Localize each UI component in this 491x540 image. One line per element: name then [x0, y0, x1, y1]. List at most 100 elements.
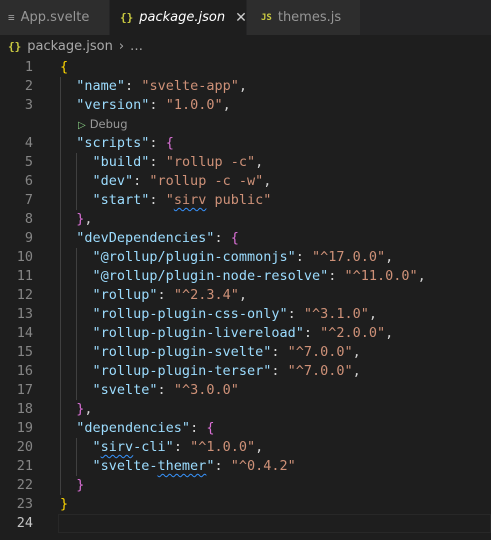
code-text: "name": "svelte-app", — [60, 77, 247, 96]
line-number: 3 — [24, 97, 33, 113]
line-number: 11 — [16, 268, 33, 284]
tab-app-svelte[interactable]: ≡ App.svelte — [0, 0, 110, 35]
line-number: 17 — [16, 382, 33, 398]
line-number: 16 — [16, 363, 33, 379]
indent-guide — [60, 77, 61, 495]
code-token: "name" — [76, 78, 126, 94]
code-token: , — [238, 287, 247, 303]
code-token: "svelte- — [92, 458, 158, 474]
code-token: "^2.3.4" — [173, 287, 239, 303]
javascript-file-icon: JS — [261, 12, 272, 23]
code-token: "^3.0.0" — [173, 382, 239, 398]
code-token: : — [133, 173, 150, 189]
json-file-icon: {} — [120, 11, 134, 24]
code-token: "version" — [76, 97, 150, 113]
json-file-icon: {} — [8, 39, 22, 53]
code-line: 6 "dev": "rollup -c -w", — [0, 172, 491, 191]
code-token: : — [149, 192, 166, 208]
close-icon[interactable]: ✕ — [235, 10, 247, 26]
code-token: { — [165, 135, 174, 151]
code-token: "start" — [92, 192, 150, 208]
code-token: : — [149, 154, 166, 170]
code-token: "^3.1.0" — [303, 306, 369, 322]
code-line: 16 "rollup-plugin-terser": "^7.0.0", — [0, 362, 491, 381]
code-text: }, — [60, 210, 92, 229]
code-text: "dependencies": { — [60, 419, 214, 438]
code-token: " — [92, 439, 101, 455]
line-number: 20 — [16, 439, 33, 455]
code-line: 19 "dependencies": { — [0, 419, 491, 438]
breadcrumb-more[interactable]: … — [130, 39, 143, 54]
svelte-file-icon: ≡ — [8, 11, 15, 24]
code-token: : — [214, 230, 231, 246]
code-token: "1.0.0" — [165, 97, 223, 113]
line-number: 9 — [24, 230, 33, 246]
code-token: " — [165, 192, 174, 208]
code-text: "@rollup/plugin-commonjs": "^17.0.0", — [60, 248, 394, 267]
spellcheck-warning-token: themer — [157, 458, 207, 474]
code-token: "^0.4.2" — [230, 458, 296, 474]
code-line: 4 "scripts": { — [0, 134, 491, 153]
code-token: "rollup-plugin-css-only" — [92, 306, 288, 322]
tab-package-json[interactable]: {} package.json ✕ — [110, 0, 247, 35]
code-token: "^7.0.0" — [287, 363, 353, 379]
line-number: 14 — [16, 325, 33, 341]
play-icon: ▷ — [78, 120, 86, 131]
code-token: -cli" — [133, 439, 174, 455]
line-number: 8 — [24, 211, 33, 227]
line-number: 23 — [16, 496, 33, 512]
code-line: 12 "rollup": "^2.3.4", — [0, 286, 491, 305]
code-token: "dependencies" — [76, 420, 191, 436]
code-token: , — [352, 344, 361, 360]
line-number: 15 — [16, 344, 33, 360]
code-text: "build": "rollup -c", — [60, 153, 264, 172]
code-token: public" — [206, 192, 272, 208]
breadcrumb-file[interactable]: package.json — [27, 39, 113, 54]
indent-guide — [76, 248, 78, 400]
code-token: : — [173, 439, 191, 455]
code-text: "rollup": "^2.3.4", — [60, 286, 247, 305]
code-token: : — [295, 249, 312, 265]
code-text: { — [60, 58, 68, 77]
code-editor[interactable]: 1{2 "name": "svelte-app", 3 "version": "1… — [0, 57, 491, 540]
code-line: 15 "rollup-plugin-svelte": "^7.0.0", — [0, 343, 491, 362]
code-line: 18 }, — [0, 400, 491, 419]
code-token: , — [352, 363, 361, 379]
tab-label: package.json — [139, 10, 226, 25]
line-number: 10 — [16, 249, 33, 265]
tab-label: App.svelte — [20, 10, 90, 25]
code-token: : — [271, 344, 288, 360]
line-number: 5 — [24, 154, 33, 170]
code-token: , — [238, 78, 247, 94]
code-line: 23} — [0, 495, 491, 514]
line-number: 13 — [16, 306, 33, 322]
line-number: 1 — [24, 59, 33, 75]
code-token: "rollup-plugin-svelte" — [92, 344, 272, 360]
code-token: "^1.0.0" — [190, 439, 256, 455]
spellcheck-warning-token: sirv — [173, 192, 207, 208]
code-text: "@rollup/plugin-node-resolve": "^11.0.0"… — [60, 267, 426, 286]
code-token: "devDependencies" — [76, 230, 215, 246]
code-token: , — [385, 325, 394, 341]
code-line: 2 "name": "svelte-app", — [0, 77, 491, 96]
debug-codelens[interactable]: ▷ Debug — [78, 115, 128, 134]
code-token: "^11.0.0" — [344, 268, 418, 284]
code-token: , — [385, 249, 394, 265]
code-line: 5 "build": "rollup -c", — [0, 153, 491, 172]
code-text: "rollup-plugin-livereload": "^2.0.0", — [60, 324, 394, 343]
code-token: "^2.0.0" — [320, 325, 386, 341]
tab-themes-js[interactable]: JS themes.js — [247, 0, 361, 35]
code-token: , — [255, 439, 264, 455]
code-token: : — [328, 268, 345, 284]
code-token: "dev" — [92, 173, 134, 189]
code-text: "version": "1.0.0", — [60, 96, 230, 115]
code-token: : — [271, 363, 288, 379]
line-number: 4 — [24, 135, 33, 151]
code-token: : — [157, 287, 174, 303]
code-token: , — [263, 173, 272, 189]
code-token: : — [287, 306, 304, 322]
